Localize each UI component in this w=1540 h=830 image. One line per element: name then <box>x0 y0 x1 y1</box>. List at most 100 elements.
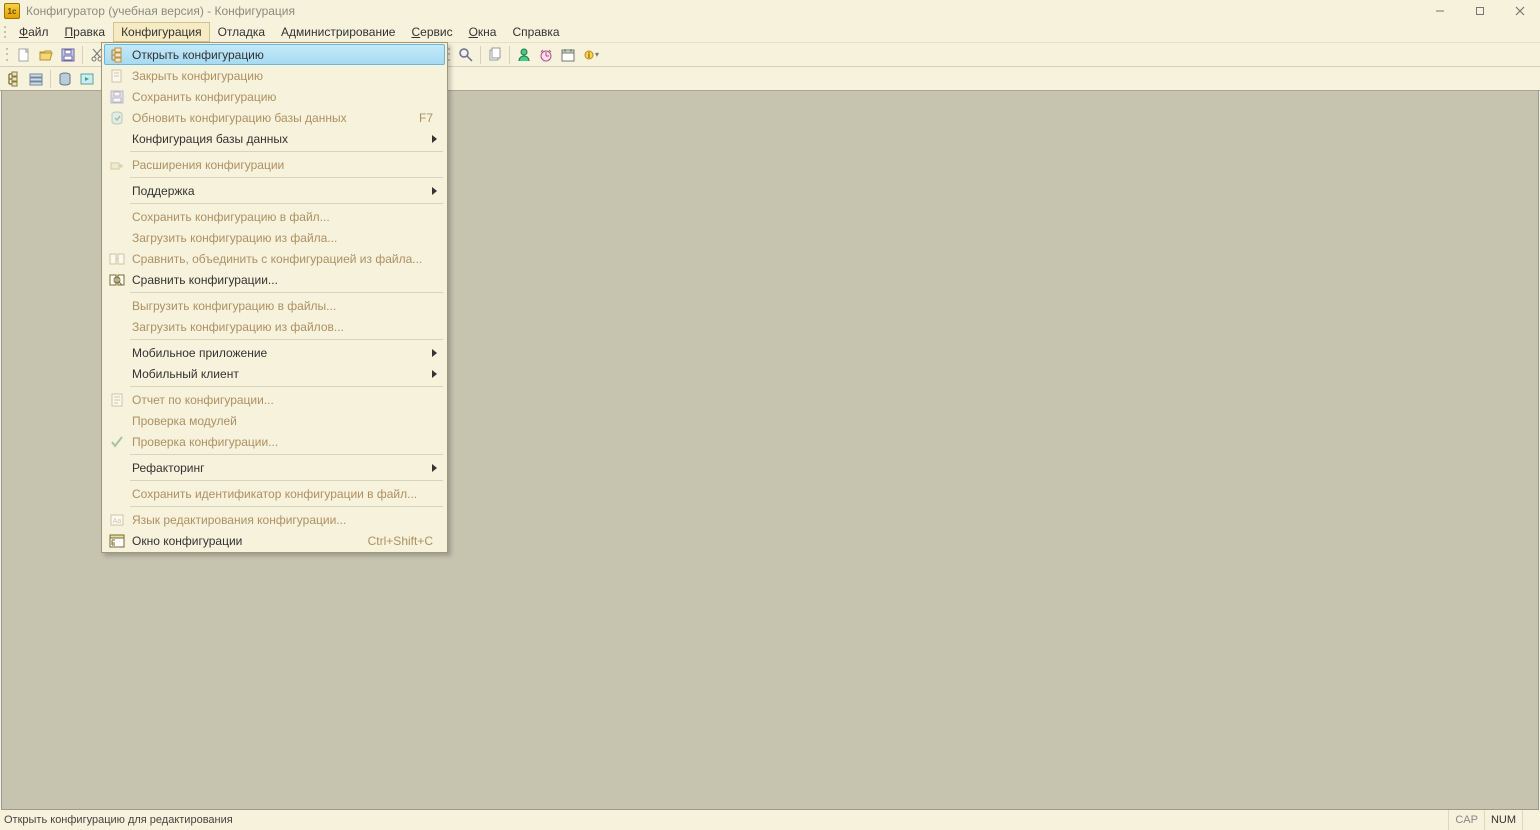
menuitem-25[interactable]: Рефакторинг <box>104 457 445 478</box>
blank-icon <box>108 366 126 382</box>
menuitem-label: Сравнить, объединить с конфигурацией из … <box>132 252 422 266</box>
menu-separator <box>130 339 443 340</box>
menuitem-10: Сохранить конфигурацию в файл... <box>104 206 445 227</box>
menu-справка[interactable]: Справка <box>504 22 567 42</box>
menuitem-label: Мобильный клиент <box>132 367 239 381</box>
minimize-button[interactable] <box>1420 0 1460 22</box>
toolbar-grip[interactable] <box>6 47 10 63</box>
menuitem-label: Конфигурация базы данных <box>132 132 288 146</box>
menuitem-shortcut: Ctrl+Shift+C <box>368 534 433 548</box>
menuitem-8[interactable]: Поддержка <box>104 180 445 201</box>
menubar: ФайлПравкаКонфигурацияОтладкаАдминистрир… <box>0 22 1540 43</box>
blank-icon <box>108 413 126 429</box>
menuitem-15: Выгрузить конфигурацию в файлы... <box>104 295 445 316</box>
compare-merge-icon <box>108 251 126 267</box>
menu-separator <box>130 292 443 293</box>
tb-copy-button[interactable] <box>484 44 506 66</box>
menuitem-label: Закрыть конфигурацию <box>132 69 263 83</box>
status-num: NUM <box>1484 810 1522 830</box>
menuitem-18[interactable]: Мобильное приложение <box>104 342 445 363</box>
titlebar: Конфигуратор (учебная версия) - Конфигур… <box>0 0 1540 22</box>
menuitem-6: Расширения конфигурации <box>104 154 445 175</box>
close-config-icon <box>108 68 126 84</box>
tb-user-button[interactable] <box>513 44 535 66</box>
statusbar: Открыть конфигурацию для редактирования … <box>0 810 1540 830</box>
menuitem-30[interactable]: Окно конфигурации Ctrl+Shift+C <box>104 530 445 551</box>
menuitem-label: Сохранить конфигурацию <box>132 90 276 104</box>
menu-separator <box>130 480 443 481</box>
menuitem-label: Язык редактирования конфигурации... <box>132 513 346 527</box>
configuration-menu-dropdown[interactable]: Открыть конфигурацию Закрыть конфигурацию… <box>101 42 448 553</box>
menuitem-12: Сравнить, объединить с конфигурацией из … <box>104 248 445 269</box>
tb-tree-button[interactable] <box>3 68 25 90</box>
save-config-icon <box>108 89 126 105</box>
tb-calendar-button[interactable] <box>557 44 579 66</box>
menu-файл[interactable]: Файл <box>11 22 57 42</box>
menuitem-label: Окно конфигурации <box>132 534 242 548</box>
save-button[interactable] <box>57 44 79 66</box>
blank-icon <box>108 131 126 147</box>
submenu-arrow-icon <box>432 464 437 472</box>
status-resize-grip[interactable] <box>1522 810 1536 830</box>
tb-clock-button[interactable] <box>535 44 557 66</box>
report-icon <box>108 392 126 408</box>
open-button[interactable] <box>35 44 57 66</box>
menuitem-shortcut: F7 <box>419 111 433 125</box>
menuitem-21: Отчет по конфигурации... <box>104 389 445 410</box>
update-db-icon <box>108 110 126 126</box>
menu-конфигурация[interactable]: Конфигурация <box>113 22 210 42</box>
menuitem-3: Обновить конфигурацию базы данных F7 <box>104 107 445 128</box>
menuitem-label: Мобильное приложение <box>132 346 267 360</box>
menu-separator <box>130 151 443 152</box>
menuitem-11: Загрузить конфигурацию из файла... <box>104 227 445 248</box>
menuitem-0[interactable]: Открыть конфигурацию <box>104 44 445 65</box>
menuitem-22: Проверка модулей <box>104 410 445 431</box>
tb-stack-button[interactable] <box>25 68 47 90</box>
tb-run-button[interactable] <box>76 68 98 90</box>
menu-окна[interactable]: Окна <box>461 22 505 42</box>
menuitem-4[interactable]: Конфигурация базы данных <box>104 128 445 149</box>
blank-icon <box>108 230 126 246</box>
menuitem-label: Загрузить конфигурацию из файлов... <box>132 320 344 334</box>
status-hint: Открыть конфигурацию для редактирования <box>4 814 1448 826</box>
new-doc-button[interactable] <box>13 44 35 66</box>
menuitem-29: Aa Язык редактирования конфигурации... <box>104 509 445 530</box>
tb-settings-button[interactable]: i▾ <box>579 44 601 66</box>
lang-icon: Aa <box>108 512 126 528</box>
blank-icon <box>108 460 126 476</box>
menuitem-label: Сохранить конфигурацию в файл... <box>132 210 330 224</box>
blank-icon <box>108 319 126 335</box>
blank-icon <box>108 209 126 225</box>
tb-db-button[interactable] <box>54 68 76 90</box>
menuitem-label: Расширения конфигурации <box>132 158 284 172</box>
menuitem-27: Сохранить идентификатор конфигурации в ф… <box>104 483 445 504</box>
compare-icon <box>108 272 126 288</box>
submenu-arrow-icon <box>432 370 437 378</box>
menuitem-label: Обновить конфигурацию базы данных <box>132 111 347 125</box>
menu-separator <box>130 454 443 455</box>
menu-администрирование[interactable]: Администрирование <box>273 22 403 42</box>
menu-отладка[interactable]: Отладка <box>210 22 273 42</box>
close-button[interactable] <box>1500 0 1540 22</box>
menuitem-19[interactable]: Мобильный клиент <box>104 363 445 384</box>
tb-search-button[interactable] <box>455 44 477 66</box>
open-config-icon <box>108 47 126 63</box>
menuitem-label: Поддержка <box>132 184 195 198</box>
check-config-icon <box>108 434 126 450</box>
maximize-button[interactable] <box>1460 0 1500 22</box>
menu-правка[interactable]: Правка <box>57 22 114 42</box>
menuitem-1: Закрыть конфигурацию <box>104 65 445 86</box>
menubar-grip[interactable] <box>4 25 8 39</box>
menuitem-13[interactable]: Сравнить конфигурации... <box>104 269 445 290</box>
menuitem-2: Сохранить конфигурацию <box>104 86 445 107</box>
extensions-icon <box>108 157 126 173</box>
menu-separator <box>130 203 443 204</box>
blank-icon <box>108 345 126 361</box>
window-controls <box>1420 0 1540 22</box>
menu-сервис[interactable]: Сервис <box>403 22 460 42</box>
status-cap: CAP <box>1448 810 1484 830</box>
menuitem-16: Загрузить конфигурацию из файлов... <box>104 316 445 337</box>
menu-separator <box>130 386 443 387</box>
blank-icon <box>108 298 126 314</box>
toolbar2-grip[interactable] <box>448 47 452 63</box>
